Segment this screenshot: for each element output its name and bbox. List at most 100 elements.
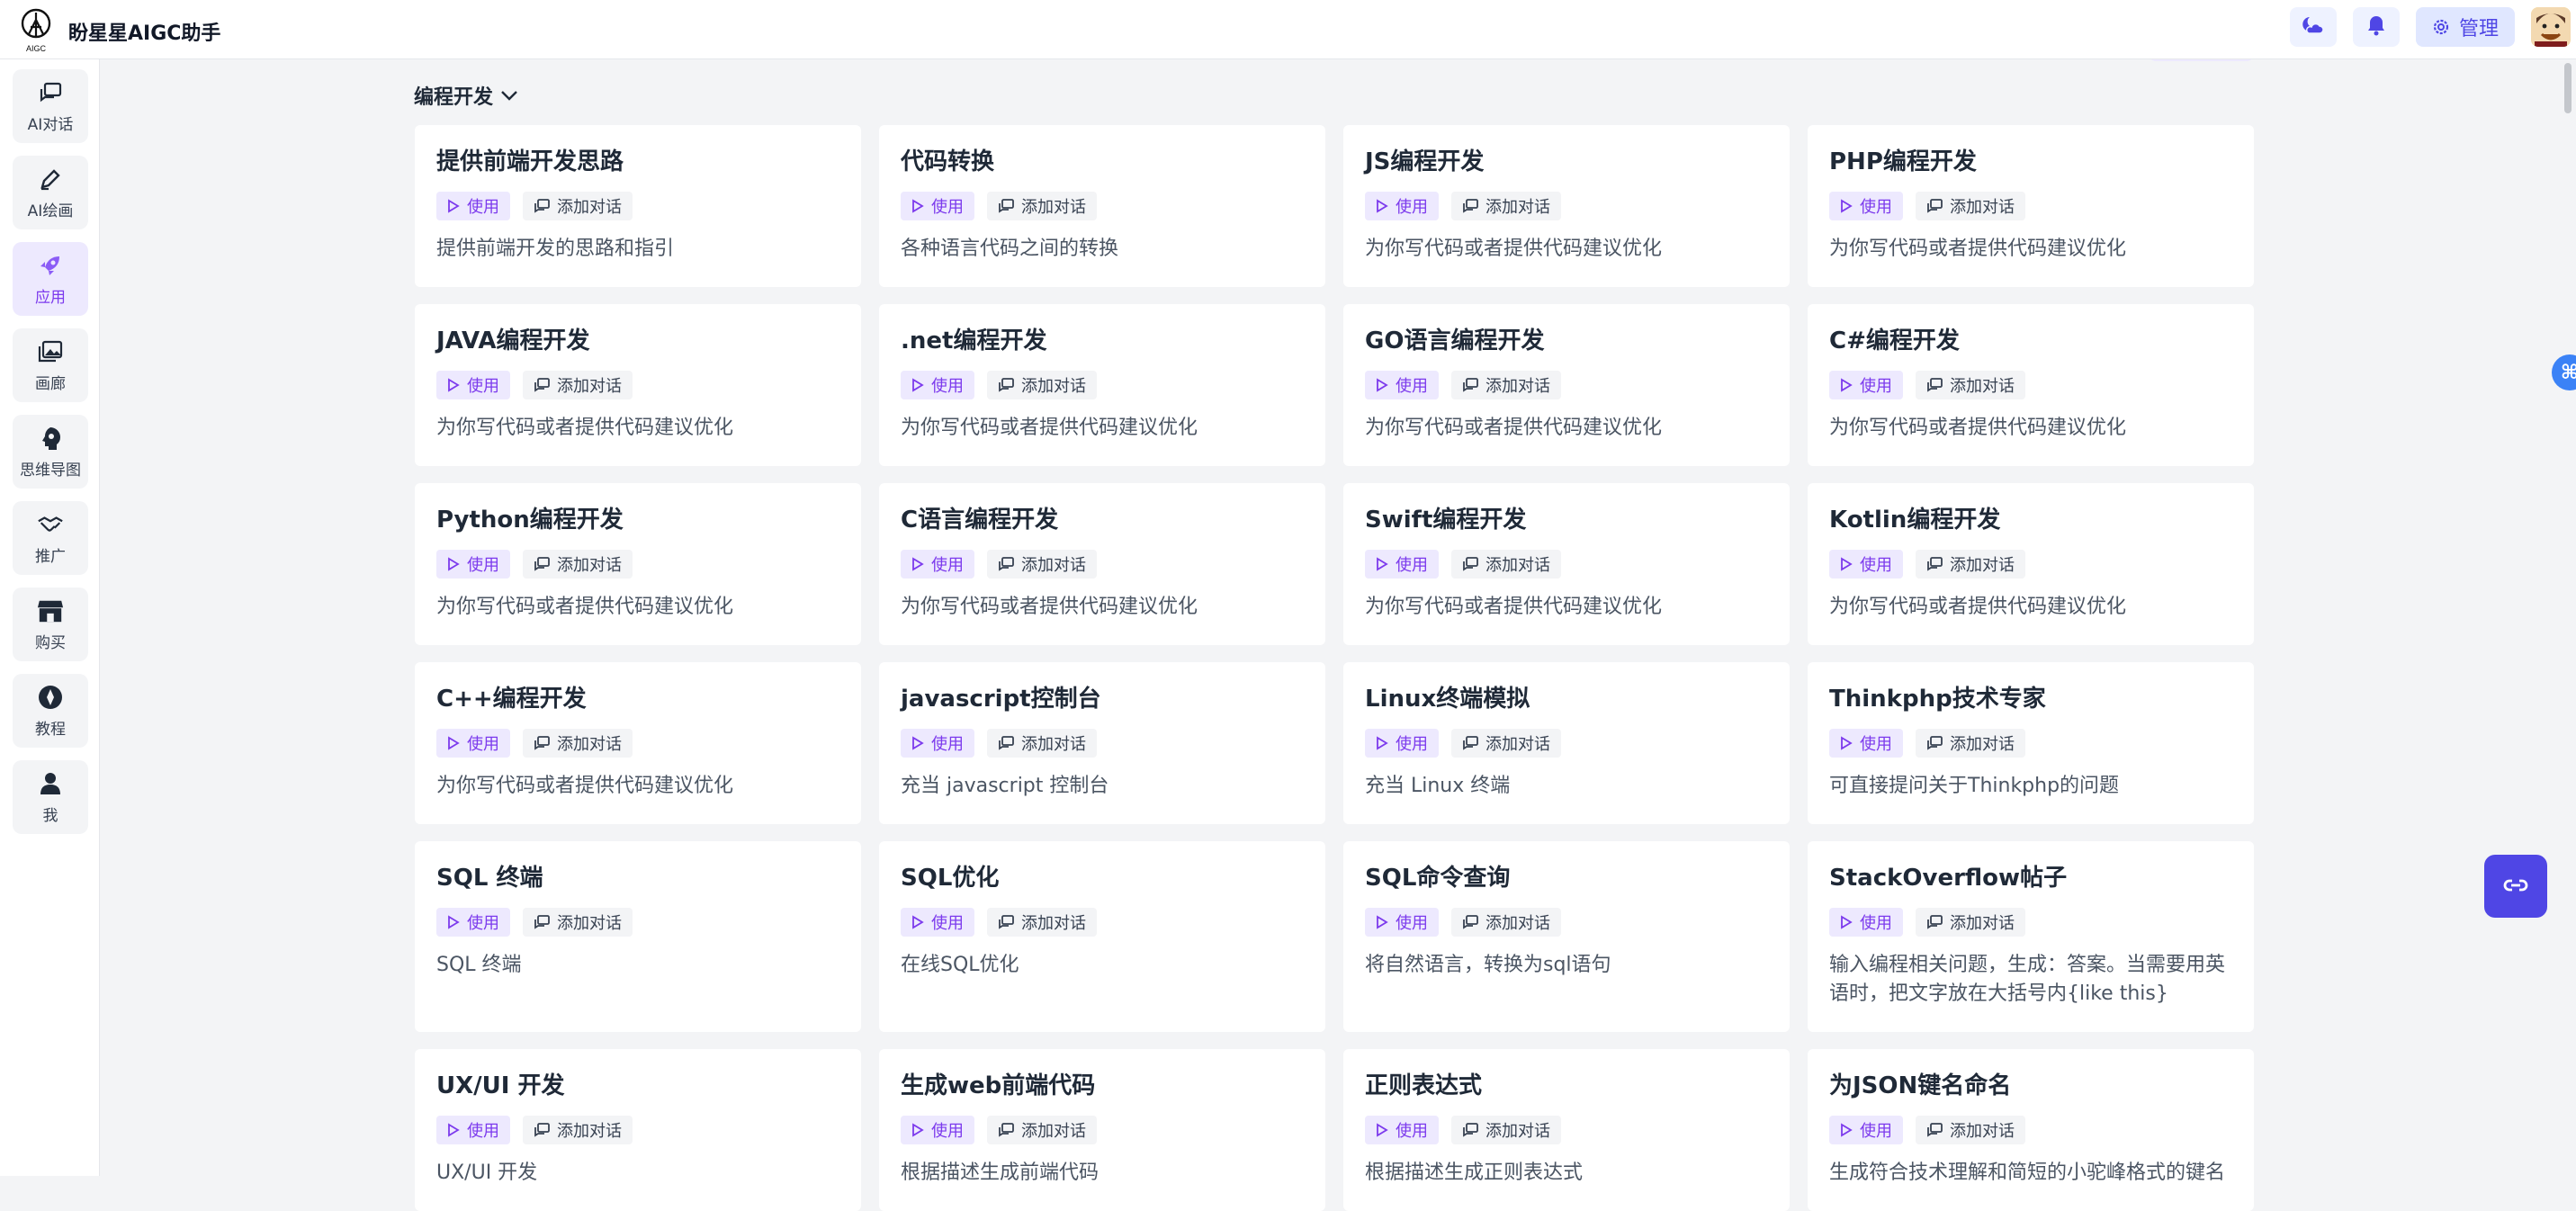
add-to-chat-button[interactable]: 添加对话 (1451, 371, 1561, 399)
sidebar-item-ai-drawing[interactable]: AI绘画 (13, 156, 88, 229)
use-button[interactable]: 使用 (1365, 729, 1439, 758)
sidebar-item-mind-map[interactable]: 思维导图 (13, 415, 88, 489)
app-card[interactable]: C#编程开发 使用 添加对话 为你写代码或者提供代码建议优化 (1808, 304, 2254, 466)
sidebar-item-tutorial[interactable]: 教程 (13, 674, 88, 748)
sidebar-item-me[interactable]: 我 (13, 760, 88, 834)
sidebar-item-buy[interactable]: 购买 (13, 588, 88, 661)
app-card[interactable]: Swift编程开发 使用 添加对话 为你写代码或者提供代码建议优化 (1343, 483, 1790, 645)
app-card[interactable]: 生成web前端代码 使用 添加对话 根据描述生成前端代码 (879, 1049, 1325, 1211)
app-card[interactable]: JS编程开发 使用 添加对话 为你写代码或者提供代码建议优化 (1343, 125, 1790, 287)
use-label: 使用 (1860, 735, 1892, 754)
use-button[interactable]: 使用 (1365, 550, 1439, 579)
use-button[interactable]: 使用 (1829, 371, 1903, 399)
add-to-chat-button[interactable]: 添加对话 (987, 729, 1097, 758)
sidebar-item-apps[interactable]: 应用 (13, 242, 88, 316)
add-to-chat-button[interactable]: 添加对话 (523, 192, 633, 220)
add-to-chat-button[interactable]: 添加对话 (987, 550, 1097, 579)
add-to-chat-button[interactable]: 添加对话 (987, 192, 1097, 220)
add-to-chat-button[interactable]: 添加对话 (523, 1116, 633, 1144)
app-card[interactable]: JAVA编程开发 使用 添加对话 为你写代码或者提供代码建议优化 (415, 304, 861, 466)
scrollbar[interactable] (2564, 63, 2572, 113)
add-to-chat-button[interactable]: 添加对话 (1451, 192, 1561, 220)
sidebar-item-label: 教程 (35, 720, 66, 739)
app-card[interactable]: Python编程开发 使用 添加对话 为你写代码或者提供代码建议优化 (415, 483, 861, 645)
use-button[interactable]: 使用 (901, 550, 974, 579)
manage-button[interactable]: 管理 (2415, 7, 2515, 47)
use-button[interactable]: 使用 (901, 371, 974, 399)
add-to-chat-button[interactable]: 添加对话 (1916, 908, 2025, 937)
app-card[interactable]: PHP编程开发 使用 添加对话 为你写代码或者提供代码建议优化 (1808, 125, 2254, 287)
use-button[interactable]: 使用 (901, 192, 974, 220)
weather-button[interactable] (2289, 7, 2337, 47)
app-card[interactable]: 提供前端开发思路 使用 添加对话 提供前端开发的思路和指引 (415, 125, 861, 287)
app-card[interactable]: Thinkphp技术专家 使用 添加对话 可直接提问关于Thinkphp的问题 (1808, 662, 2254, 824)
add-to-chat-button[interactable]: 添加对话 (987, 371, 1097, 399)
use-button[interactable]: 使用 (436, 729, 510, 758)
use-button[interactable]: 使用 (1829, 729, 1903, 758)
app-card[interactable]: javascript控制台 使用 添加对话 充当 javascript 控制台 (879, 662, 1325, 824)
add-to-chat-button[interactable]: 添加对话 (1916, 192, 2025, 220)
use-label: 使用 (1860, 914, 1892, 933)
use-button[interactable]: 使用 (901, 908, 974, 937)
app-card[interactable]: SQL优化 使用 添加对话 在线SQL优化 (879, 841, 1325, 1032)
add-to-chat-button[interactable]: 添加对话 (1916, 729, 2025, 758)
card-actions: 使用 添加对话 (901, 908, 1304, 937)
use-button[interactable]: 使用 (1829, 550, 1903, 579)
sidebar-item-gallery[interactable]: 画廊 (13, 328, 88, 402)
share-button[interactable] (2484, 855, 2547, 918)
add-to-chat-button[interactable]: 添加对话 (1916, 550, 2025, 579)
category-dropdown[interactable]: 编程开发 (414, 81, 518, 110)
add-label: 添加对话 (1950, 377, 2015, 396)
sidebar-item-promote[interactable]: 推广 (13, 501, 88, 575)
app-card[interactable]: 代码转换 使用 添加对话 各种语言代码之间的转换 (879, 125, 1325, 287)
use-button[interactable]: 使用 (436, 371, 510, 399)
use-button[interactable]: 使用 (1365, 192, 1439, 220)
add-to-chat-button[interactable]: 添加对话 (987, 908, 1097, 937)
add-to-chat-button[interactable]: 添加对话 (523, 550, 633, 579)
add-to-chat-button[interactable]: 添加对话 (1916, 1116, 2025, 1144)
add-to-chat-button[interactable]: 添加对话 (1916, 371, 2025, 399)
command-icon[interactable]: ⌘ (2552, 354, 2576, 390)
app-card[interactable]: 正则表达式 使用 添加对话 根据描述生成正则表达式 (1343, 1049, 1790, 1211)
app-card[interactable]: SQL 终端 使用 添加对话 SQL 终端 (415, 841, 861, 1032)
use-button[interactable]: 使用 (1365, 1116, 1439, 1144)
use-button[interactable]: 使用 (436, 550, 510, 579)
use-button[interactable]: 使用 (1829, 192, 1903, 220)
card-actions: 使用 添加对话 (1829, 1116, 2232, 1144)
add-to-chat-button[interactable]: 添加对话 (523, 371, 633, 399)
add-to-chat-button[interactable]: 添加对话 (1451, 1116, 1561, 1144)
card-actions: 使用 添加对话 (436, 908, 839, 937)
app-card[interactable]: Kotlin编程开发 使用 添加对话 为你写代码或者提供代码建议优化 (1808, 483, 2254, 645)
use-button[interactable]: 使用 (901, 1116, 974, 1144)
use-label: 使用 (1860, 556, 1892, 575)
use-button[interactable]: 使用 (436, 908, 510, 937)
app-logo[interactable]: AIGC (18, 5, 54, 54)
use-button[interactable]: 使用 (436, 1116, 510, 1144)
sidebar-item-ai-chat[interactable]: AI对话 (13, 69, 88, 143)
add-to-chat-button[interactable]: 添加对话 (987, 1116, 1097, 1144)
app-card[interactable]: Linux终端模拟 使用 添加对话 充当 Linux 终端 (1343, 662, 1790, 824)
use-button[interactable]: 使用 (901, 729, 974, 758)
app-card[interactable]: C++编程开发 使用 添加对话 为你写代码或者提供代码建议优化 (415, 662, 861, 824)
avatar[interactable] (2531, 7, 2571, 47)
use-button[interactable]: 使用 (436, 192, 510, 220)
app-card[interactable]: SQL命令查询 使用 添加对话 将自然语言，转换为sql语句 (1343, 841, 1790, 1032)
use-button[interactable]: 使用 (1365, 371, 1439, 399)
app-card[interactable]: UX/UI 开发 使用 添加对话 UX/UI 开发 (415, 1049, 861, 1211)
card-description: 提供前端开发的思路和指引 (436, 238, 675, 260)
add-to-chat-button[interactable]: 添加对话 (1451, 908, 1561, 937)
add-to-chat-button[interactable]: 添加对话 (1451, 550, 1561, 579)
app-card[interactable]: C语言编程开发 使用 添加对话 为你写代码或者提供代码建议优化 (879, 483, 1325, 645)
app-card[interactable]: .net编程开发 使用 添加对话 为你写代码或者提供代码建议优化 (879, 304, 1325, 466)
add-to-chat-button[interactable]: 添加对话 (1451, 729, 1561, 758)
add-label: 添加对话 (1485, 377, 1550, 396)
notification-button[interactable] (2352, 7, 2400, 47)
use-button[interactable]: 使用 (1365, 908, 1439, 937)
app-card[interactable]: StackOverflow帖子 使用 添加对话 输入编程相关问题，生成：答案。当… (1808, 841, 2254, 1032)
add-to-chat-button[interactable]: 添加对话 (523, 908, 633, 937)
app-card[interactable]: GO语言编程开发 使用 添加对话 为你写代码或者提供代码建议优化 (1343, 304, 1790, 466)
app-card[interactable]: 为JSON键名命名 使用 添加对话 生成符合技术理解和简短的小驼峰格式的键名 (1808, 1049, 2254, 1211)
use-button[interactable]: 使用 (1829, 908, 1903, 937)
use-button[interactable]: 使用 (1829, 1116, 1903, 1144)
add-to-chat-button[interactable]: 添加对话 (523, 729, 633, 758)
